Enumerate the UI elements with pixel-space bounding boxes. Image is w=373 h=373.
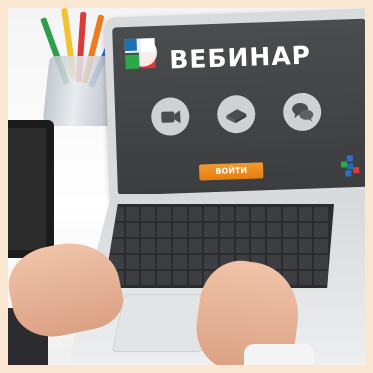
key xyxy=(251,207,266,221)
key xyxy=(282,255,297,269)
key xyxy=(110,239,124,253)
key xyxy=(267,223,281,237)
materials-button[interactable] xyxy=(216,94,256,134)
key xyxy=(220,239,234,253)
tablet-screen xyxy=(8,128,46,250)
key xyxy=(314,271,328,285)
key xyxy=(298,207,313,221)
key xyxy=(172,207,187,221)
key xyxy=(141,239,156,253)
laptop-screen: ВЕБИНАР ВОЙТИ xyxy=(112,18,365,196)
key xyxy=(314,239,328,253)
chat-bubbles-icon xyxy=(292,103,314,122)
key xyxy=(125,223,140,237)
key xyxy=(235,239,250,253)
login-button[interactable]: ВОЙТИ xyxy=(198,162,264,181)
key xyxy=(204,223,218,237)
photo-scene: ВЕБИНАР ВОЙТИ xyxy=(8,8,365,365)
laptop-lid: ВЕБИНАР ВОЙТИ xyxy=(103,8,365,206)
key xyxy=(172,271,187,285)
small-logo-icon xyxy=(340,155,360,177)
key xyxy=(172,255,187,269)
key xyxy=(235,223,250,237)
logo-icon xyxy=(124,38,158,70)
key xyxy=(298,223,313,237)
video-camera-icon xyxy=(161,110,181,124)
key xyxy=(188,239,203,253)
key xyxy=(220,223,234,237)
key xyxy=(267,239,281,253)
key xyxy=(235,207,250,221)
key xyxy=(157,223,171,237)
key xyxy=(125,271,140,285)
key xyxy=(298,271,313,285)
key xyxy=(141,271,156,285)
key xyxy=(314,255,328,269)
key xyxy=(188,271,203,285)
key xyxy=(172,239,187,253)
key xyxy=(251,223,266,237)
key xyxy=(298,255,313,269)
key xyxy=(141,255,156,269)
key xyxy=(282,207,297,221)
key xyxy=(251,239,266,253)
key xyxy=(157,207,171,221)
key xyxy=(157,239,171,253)
key xyxy=(204,255,218,269)
key xyxy=(141,223,156,237)
page-title: ВЕБИНАР xyxy=(168,40,312,75)
chat-button[interactable] xyxy=(282,92,322,132)
key xyxy=(125,255,140,269)
key xyxy=(157,271,171,285)
key xyxy=(282,239,297,253)
key xyxy=(125,207,140,221)
key xyxy=(267,207,281,221)
key xyxy=(141,207,156,221)
book-icon xyxy=(226,109,247,124)
right-sleeve xyxy=(244,344,314,365)
key xyxy=(172,223,187,237)
key xyxy=(314,223,328,237)
key xyxy=(125,239,140,253)
key xyxy=(188,255,203,269)
key xyxy=(204,207,218,221)
key xyxy=(188,207,203,221)
key xyxy=(204,239,218,253)
key xyxy=(282,223,297,237)
key xyxy=(298,239,313,253)
key xyxy=(220,207,234,221)
key xyxy=(157,255,171,269)
tablet-device xyxy=(8,120,54,258)
key xyxy=(314,207,328,221)
key xyxy=(188,223,203,237)
video-button[interactable] xyxy=(150,96,190,137)
